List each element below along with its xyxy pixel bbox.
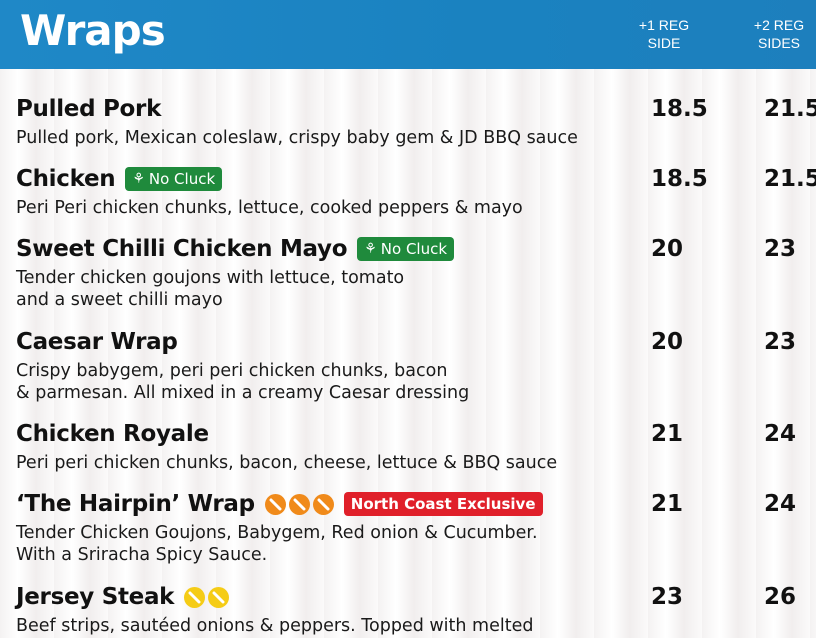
item-name: Pulled Pork — [16, 96, 162, 122]
item-description: Tender Chicken Goujons, Babygem, Red oni… — [16, 523, 538, 543]
column-header-one-side: +1 REG SIDE — [638, 17, 690, 51]
plant-icon: ⚘ — [364, 241, 377, 257]
price-one-side: 21 — [651, 421, 684, 447]
item-name: ‘The Hairpin’ Wrap — [16, 491, 255, 517]
chili-icon — [288, 493, 310, 515]
price-two-sides: 24 — [764, 421, 797, 447]
price-one-side: 18.5 — [651, 166, 708, 192]
price-one-side: 20 — [651, 236, 684, 262]
section-title: Wraps — [20, 6, 166, 55]
item-description: Crispy babygem, peri peri chicken chunks… — [16, 361, 448, 381]
north-coast-exclusive-badge: North Coast Exclusive — [343, 492, 543, 516]
price-two-sides: 24 — [764, 491, 797, 517]
item-name: Chicken Royale — [16, 421, 209, 447]
price-two-sides: 21.5 — [764, 96, 816, 122]
item-description: Beef strips, sautéed onions & peppers. T… — [16, 616, 534, 636]
item-description: Pulled pork, Mexican coleslaw, crispy ba… — [16, 128, 578, 148]
item-name: Chicken — [16, 166, 116, 192]
price-two-sides: 21.5 — [764, 166, 816, 192]
item-description: & parmesan. All mixed in a creamy Caesar… — [16, 383, 470, 403]
menu-header: Wraps +1 REG SIDE +2 REG SIDES — [0, 0, 816, 69]
item-description: Tender chicken goujons with lettuce, tom… — [16, 268, 405, 288]
price-two-sides: 23 — [764, 329, 797, 355]
price-one-side: 18.5 — [651, 96, 708, 122]
price-one-side: 20 — [651, 329, 684, 355]
item-name: Caesar Wrap — [16, 329, 178, 355]
item-name: Jersey Steak — [16, 584, 175, 610]
no-cluck-badge: ⚘ No Cluck — [125, 167, 223, 191]
plant-icon: ⚘ — [132, 171, 145, 187]
chili-icon — [264, 493, 286, 515]
spice-level — [264, 493, 334, 515]
price-two-sides: 26 — [764, 584, 797, 610]
item-description: and a sweet chilli mayo — [16, 290, 223, 310]
column-header-two-sides: +2 REG SIDES — [753, 17, 805, 51]
item-description: With a Sriracha Spicy Sauce. — [16, 545, 268, 565]
item-description: Peri peri chicken chunks, bacon, cheese,… — [16, 453, 558, 473]
price-one-side: 21 — [651, 491, 684, 517]
chili-icon — [208, 586, 230, 608]
spice-level — [184, 586, 230, 608]
price-one-side: 23 — [651, 584, 684, 610]
no-cluck-badge: ⚘ No Cluck — [357, 237, 455, 261]
item-description: Peri Peri chicken chunks, lettuce, cooke… — [16, 198, 523, 218]
item-name: Sweet Chilli Chicken Mayo — [16, 236, 348, 262]
price-two-sides: 23 — [764, 236, 797, 262]
chili-icon — [312, 493, 334, 515]
chili-icon — [184, 586, 206, 608]
